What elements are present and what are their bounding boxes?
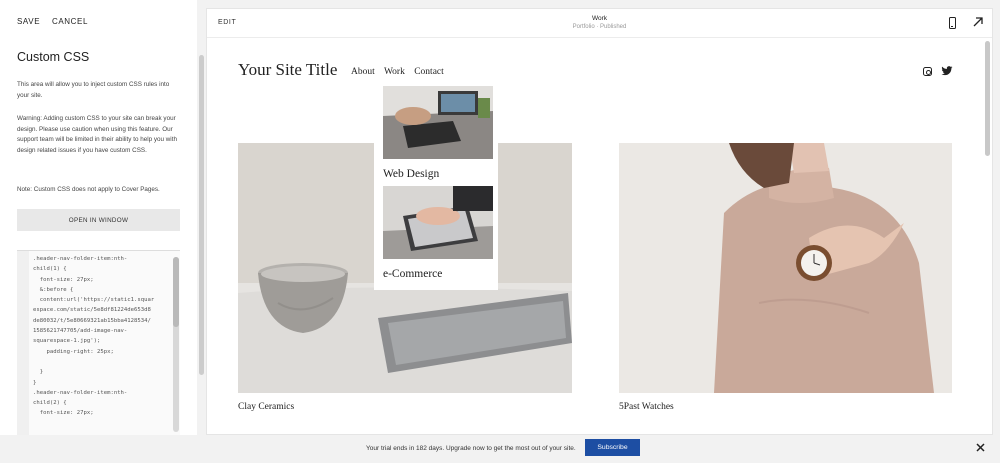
- cancel-button[interactable]: CANCEL: [52, 17, 88, 26]
- page-status: Portfolio · Published: [572, 24, 627, 30]
- save-button[interactable]: SAVE: [17, 17, 40, 26]
- custom-css-panel: SAVE CANCEL Custom CSS This area will al…: [0, 0, 197, 435]
- web-design-thumbnail[interactable]: [383, 86, 493, 159]
- preview-scrollbar[interactable]: [985, 41, 990, 156]
- nav-item-work[interactable]: Work: [384, 67, 405, 77]
- nav-item-about[interactable]: About: [351, 67, 375, 77]
- panel-scrollbar[interactable]: [199, 55, 204, 375]
- close-icon[interactable]: [975, 442, 986, 453]
- css-code[interactable]: .header-nav-folder-item:nth- child(1) { …: [33, 254, 173, 419]
- panel-description: This area will allow you to inject custo…: [17, 81, 170, 99]
- nav-item-contact[interactable]: Contact: [414, 67, 444, 77]
- dropdown-item-ecommerce[interactable]: e-Commerce: [383, 268, 442, 280]
- project-image-5past-watches[interactable]: [619, 143, 952, 393]
- panel-title: Custom CSS: [17, 50, 90, 64]
- editor-scrollbar-thumb[interactable]: [173, 257, 179, 327]
- panel-toolbar: SAVE CANCEL: [17, 17, 97, 26]
- panel-warning: Warning: Adding custom CSS to your site …: [17, 115, 177, 154]
- dropdown-item-web-design[interactable]: Web Design: [383, 168, 439, 180]
- css-code-editor[interactable]: .header-nav-folder-item:nth- child(1) { …: [17, 250, 180, 435]
- instagram-icon[interactable]: [923, 67, 932, 76]
- ecommerce-thumbnail[interactable]: [383, 186, 493, 259]
- phone-icon[interactable]: [949, 17, 956, 29]
- page-name: Work: [591, 15, 608, 22]
- line-number-gutter: [17, 251, 29, 435]
- project-title-5past-watches[interactable]: 5Past Watches: [619, 402, 674, 412]
- trial-message: Your trial ends in 182 days. Upgrade now…: [366, 445, 576, 452]
- work-dropdown-menu: Web Design e-Commerce: [374, 80, 498, 290]
- site-title[interactable]: Your Site Title: [238, 60, 337, 80]
- twitter-icon[interactable]: [941, 65, 953, 77]
- site-nav: About Work Contact: [351, 67, 451, 77]
- preview-header: EDIT Work Portfolio · Published: [207, 9, 992, 38]
- project-title-clay-ceramics[interactable]: Clay Ceramics: [238, 402, 294, 412]
- subscribe-button[interactable]: Subscribe: [585, 439, 640, 456]
- open-in-window-button[interactable]: OPEN IN WINDOW: [17, 209, 180, 231]
- site-preview: EDIT Work Portfolio · Published Your Sit…: [206, 8, 993, 435]
- panel-note: Note: Custom CSS does not apply to Cover…: [17, 186, 160, 193]
- expand-icon[interactable]: [971, 15, 985, 29]
- trial-banner: Your trial ends in 182 days. Upgrade now…: [0, 435, 1000, 463]
